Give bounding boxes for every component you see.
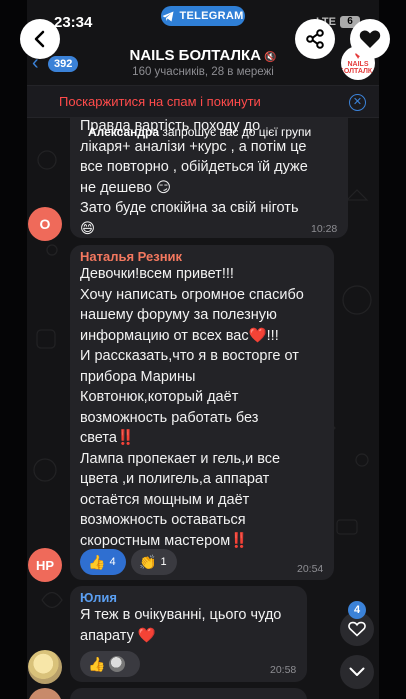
chat-title-text: NAILS БОЛТАЛКА — [129, 47, 262, 64]
message-time: 20:54 — [297, 563, 324, 575]
like-button[interactable] — [350, 19, 390, 59]
message-sender[interactable]: Наталья Резник — [80, 249, 182, 264]
reactions-count-badge: 4 — [348, 601, 366, 619]
clapping-hands-icon: 👏 — [139, 553, 157, 570]
service-message: Александра запрошує вас до цієї групи — [88, 125, 311, 139]
reaction-chip[interactable]: 👍 — [80, 651, 140, 677]
chevron-down-icon — [349, 667, 365, 676]
group-avatar-text: NAILS БОЛТАЛКА — [341, 61, 375, 75]
service-message-sender: Александра — [88, 125, 160, 139]
avatar[interactable]: НР — [28, 548, 62, 582]
message-text: Девочки!всем привет!!! Хочу написать огр… — [80, 266, 304, 549]
message-sender[interactable]: Юлия — [80, 590, 117, 605]
message-text: Я теж в очікуванні, цього чудо апарату ❤… — [80, 607, 282, 644]
telegram-pill-label: TELEGRAM — [179, 10, 244, 22]
message-bubble[interactable] — [70, 688, 307, 699]
message-time: 20:58 — [270, 664, 297, 676]
telegram-icon — [162, 11, 174, 21]
reaction-count: 1 — [160, 556, 167, 568]
chevron-left-icon — [34, 30, 45, 48]
scroll-down-button[interactable] — [340, 655, 374, 689]
back-button[interactable] — [20, 19, 60, 59]
close-icon[interactable]: ✕ — [349, 94, 366, 111]
thumbs-up-icon: 👍 — [88, 553, 106, 570]
share-icon — [306, 29, 324, 49]
avatar[interactable]: О — [28, 207, 62, 241]
telegram-pill[interactable]: TELEGRAM — [161, 6, 245, 26]
reaction-chip[interactable]: 👍 4 — [80, 549, 126, 575]
avatar[interactable] — [28, 650, 62, 684]
message-time: 10:28 — [311, 223, 338, 235]
status-time: 23:34 — [54, 14, 93, 31]
share-button[interactable] — [295, 19, 335, 59]
reaction-count: 4 — [109, 556, 116, 568]
report-spam-leave-link[interactable]: Поскаржитися на спам і покинути — [59, 94, 261, 109]
service-message-text: запрошує вас до цієї групи — [159, 125, 312, 139]
heart-outline-icon — [348, 621, 366, 637]
reactor-avatar — [109, 656, 126, 672]
thumbs-up-icon: 👍 — [88, 655, 106, 672]
heart-icon — [359, 30, 381, 48]
reaction-chip[interactable]: 👏 1 — [131, 549, 177, 575]
muted-speaker-icon: 🔇 — [264, 52, 277, 63]
